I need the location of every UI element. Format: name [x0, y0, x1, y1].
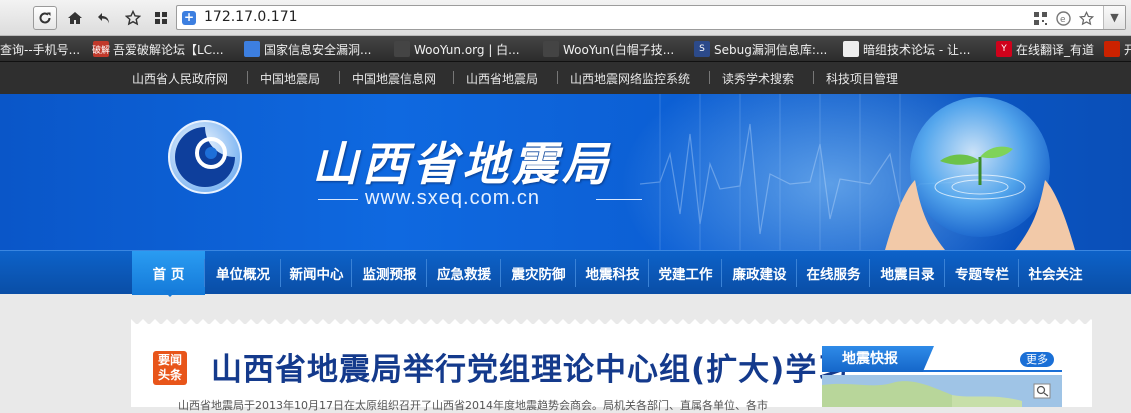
bookmark-favicon-icon [244, 41, 260, 57]
address-bar[interactable]: + 172.17.0.171 e ▼ [176, 5, 1126, 30]
top-link[interactable]: 中国地震信息网 [352, 70, 436, 87]
top-link[interactable]: 山西省人民政府网 [132, 70, 228, 87]
top-link[interactable]: 中国地震局 [260, 70, 320, 87]
qr-icon[interactable] [1032, 10, 1049, 27]
bookmark-label: 在线翻译_有道 [1016, 42, 1095, 57]
nav-item[interactable]: 震灾防御 [501, 251, 576, 295]
main-nav: 首 页单位概况 新闻中心 监测预报 应急救援 震灾防御 地震科技 党建工作 廉政建设 在线服务地… [0, 250, 1131, 295]
bookmark-item[interactable]: WooYun.org | 白... [394, 36, 520, 61]
bookmark-favicon-icon [543, 41, 559, 57]
bookmark-item[interactable]: 查询--手机号... [0, 36, 81, 61]
top-link[interactable]: 读秀学术搜索 [722, 70, 794, 87]
page-icon: + [182, 10, 196, 25]
bookmark-label: 国家信息安全漏洞... [264, 42, 372, 57]
bookmark-favicon-icon: S [694, 41, 710, 57]
bookmark-star-icon[interactable] [1078, 10, 1095, 27]
top-link-separator [557, 71, 558, 84]
top-link[interactable]: 山西省地震局 [466, 70, 538, 87]
top-links-bar: 山西省人民政府网 中国地震局 中国地震信息网 山西省地震局 山西地震网络监控系统 读秀学术… [0, 62, 1131, 94]
bookmark-label: WooYun(白帽子技... [563, 42, 675, 57]
nav-separator [944, 259, 945, 287]
chevron-down-icon[interactable]: ▼ [1103, 6, 1125, 29]
nav-separator [280, 259, 281, 287]
url-rule-left [318, 199, 358, 200]
star-icon[interactable] [121, 6, 145, 30]
nav-separator [426, 259, 427, 287]
top-link[interactable]: 山西地震网络监控系统 [570, 70, 690, 87]
svg-text:e: e [1060, 15, 1066, 25]
bookmark-label: 开 [1124, 41, 1131, 58]
nav-separator [869, 259, 870, 287]
nav-item[interactable]: 新闻中心 [281, 251, 352, 295]
quick-report-header: 地震快报 更多 [822, 346, 1062, 372]
active-nav-caret [163, 290, 177, 297]
bookmark-favicon-icon: Y [996, 41, 1012, 57]
nav-separator [796, 259, 797, 287]
nav-separator [721, 259, 722, 287]
nav-separator [500, 259, 501, 287]
browser-toolbar: + 172.17.0.171 e ▼ [0, 0, 1131, 36]
nav-item-home[interactable]: 首 页 [132, 251, 205, 295]
bookmark-label: 查询--手机号... [0, 42, 81, 57]
nav-item[interactable]: 党建工作 [649, 251, 722, 295]
bookmark-item[interactable]: 破解 吾爱破解论坛【LC... [92, 36, 224, 61]
headline-link[interactable]: 山西省地震局举行党组理论中心组(扩大)学习 [211, 344, 849, 389]
reload-icon[interactable] [33, 6, 57, 30]
nav-item[interactable]: 单位概况 [205, 251, 281, 295]
address-text[interactable]: 172.17.0.171 [204, 9, 298, 25]
bookmark-favicon-icon: 破解 [92, 41, 110, 57]
headline-badge: 要闻 头条 [153, 351, 187, 385]
nav-item[interactable]: 监测预报 [352, 251, 427, 295]
bookmark-favicon-icon [1104, 41, 1120, 57]
badge-line-2: 头条 [157, 368, 182, 382]
bookmark-item[interactable]: WooYun(白帽子技... [543, 36, 675, 61]
site-url: www.sxeq.com.cn [365, 187, 541, 209]
bookmark-item[interactable]: Y 在线翻译_有道 [996, 36, 1095, 61]
badge-line-1: 要闻 [157, 353, 182, 367]
browser-e-icon[interactable]: e [1055, 10, 1072, 27]
nav-item[interactable]: 地震科技 [576, 251, 649, 295]
bookmarks-bar: 查询--手机号... 破解 吾爱破解论坛【LC... 国家信息安全漏洞... WooYu… [0, 36, 1131, 62]
top-link-separator [339, 71, 340, 84]
bookmark-label: WooYun.org | 白... [414, 42, 520, 57]
nav-item[interactable]: 专题专栏 [945, 251, 1019, 295]
bookmark-item[interactable]: 暗组技术论坛 - 让... [843, 36, 971, 61]
top-link-separator [453, 71, 454, 84]
more-button[interactable]: 更多 [1020, 352, 1054, 367]
bookmark-item[interactable]: 国家信息安全漏洞... [244, 36, 372, 61]
nav-separator [204, 259, 205, 287]
nav-separator [648, 259, 649, 287]
bookmark-item[interactable]: 开 [1104, 36, 1131, 61]
nav-separator [575, 259, 576, 287]
earthquake-map[interactable] [822, 375, 1062, 407]
bookmark-item[interactable]: S Sebug漏洞信息库:... [694, 36, 828, 61]
url-rule-right [596, 199, 642, 200]
bookmark-label: 暗组技术论坛 - 让... [863, 42, 971, 57]
bookmark-label: 吾爱破解论坛【LC... [113, 42, 224, 57]
bookmark-favicon-icon [843, 41, 859, 57]
site-title: 山西省地震局 [312, 137, 612, 191]
bookmark-label: Sebug漏洞信息库:... [714, 42, 828, 57]
quick-report-tab[interactable]: 地震快报 [822, 346, 934, 372]
bureau-logo-icon [168, 120, 242, 194]
apps-icon[interactable] [149, 6, 173, 30]
nav-separator [1018, 259, 1019, 287]
headline-snippet: 山西省地震局于2013年10月17日在太原组织召开了山西省2014年度地震趋势会… [178, 399, 768, 412]
nav-item[interactable]: 社会关注 [1019, 251, 1092, 295]
back-icon[interactable] [92, 6, 116, 30]
nav-item[interactable]: 廉政建设 [722, 251, 797, 295]
nav-separator [351, 259, 352, 287]
top-link-separator [813, 71, 814, 84]
bookmark-favicon-icon [394, 41, 410, 57]
nav-item[interactable]: 在线服务 [797, 251, 870, 295]
map-graphic [822, 381, 1051, 407]
globe-hands-graphic [885, 97, 1075, 250]
home-icon[interactable] [63, 6, 87, 30]
nav-item[interactable]: 地震目录 [870, 251, 945, 295]
top-link[interactable]: 科技项目管理 [826, 70, 898, 87]
top-link-separator [709, 71, 710, 84]
top-link-separator [247, 71, 248, 84]
nav-item[interactable]: 应急救援 [427, 251, 501, 295]
